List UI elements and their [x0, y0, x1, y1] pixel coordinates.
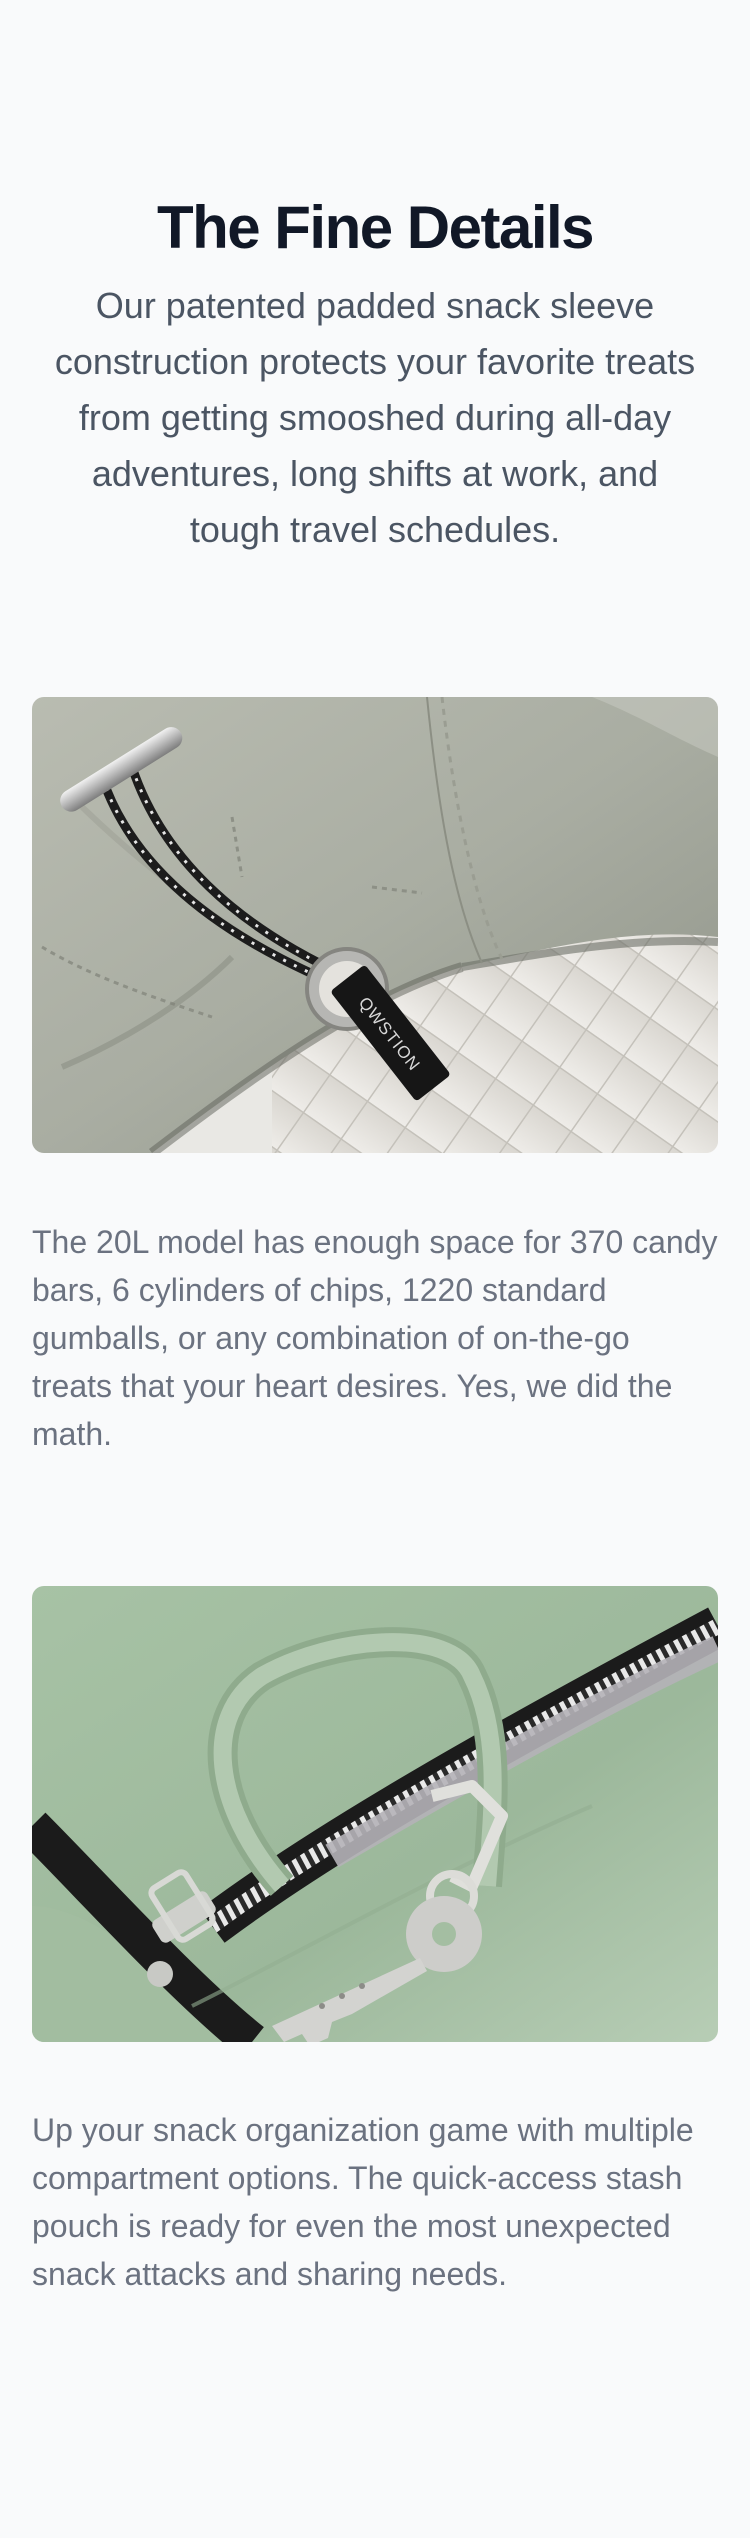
section-header: The Fine Details Our patented padded sna… [32, 190, 718, 558]
compartment-description: Up your snack organization game with mul… [32, 2112, 694, 2292]
section-title: The Fine Details [156, 194, 595, 261]
zipper-key-detail-photo [32, 1586, 718, 2042]
capacity-description: The 20L model has enough space for 370 c… [32, 1224, 718, 1452]
section-intro: Our patented padded snack sleeve constru… [54, 285, 696, 550]
drawstring-detail-photo: QWSTION [32, 697, 718, 1153]
fine-details-section: The Fine Details Our patented padded sna… [0, 0, 750, 2538]
